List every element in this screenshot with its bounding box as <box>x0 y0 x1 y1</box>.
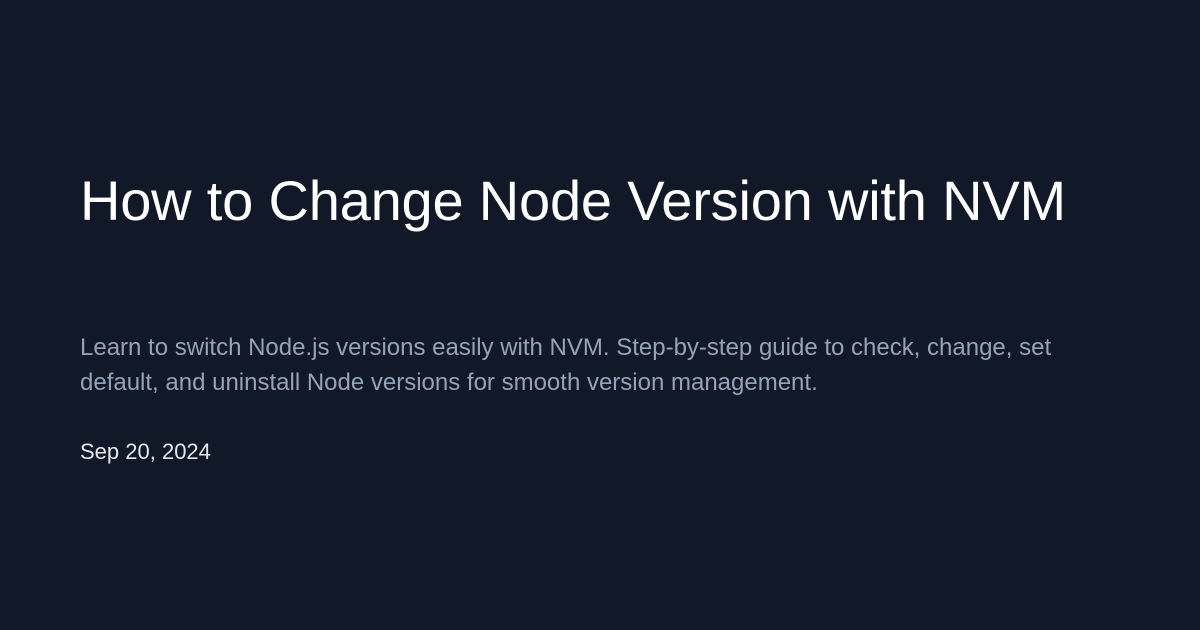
article-preview-card: How to Change Node Version with NVM Lear… <box>0 0 1200 630</box>
article-description: Learn to switch Node.js versions easily … <box>80 334 1052 396</box>
publish-date: Sep 20, 2024 <box>80 439 211 464</box>
article-title: How to Change Node Version with NVM <box>80 169 1066 232</box>
